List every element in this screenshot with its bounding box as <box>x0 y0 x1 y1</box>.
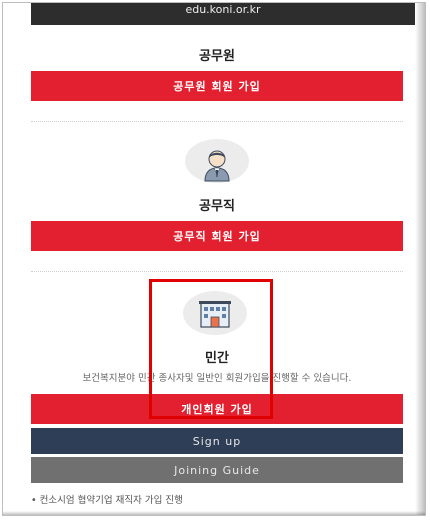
section-title-public-servant: 공무직 <box>199 199 235 214</box>
joining-guide-button[interactable]: Joining Guide <box>31 457 403 483</box>
section-title-private: 민간 <box>205 351 229 366</box>
sign-up-button[interactable]: Sign up <box>31 428 403 454</box>
url-text: edu.koni.or.kr <box>185 3 261 16</box>
frame-shadow <box>3 511 425 515</box>
consortium-note: • 컨소시엄 협약기업 재직자 가입 진행 <box>31 495 183 506</box>
private-description: 보건복지분야 민간 종사자및 일반인 회원가입을 진행할 수 있습니다. <box>82 373 352 384</box>
official-signup-button[interactable]: 공무원 회원 가입 <box>31 71 403 101</box>
person-icon <box>204 150 230 182</box>
section-title-official: 공무원 <box>199 49 235 64</box>
divider <box>31 271 403 272</box>
building-icon <box>199 301 231 328</box>
public-servant-signup-button[interactable]: 공무직 회원 가입 <box>31 221 403 251</box>
building-icon-circle <box>183 291 247 335</box>
individual-signup-button[interactable]: 개인회원 가입 <box>31 394 403 424</box>
page-frame: edu.koni.or.kr 공무원 공무원 회원 가입 공무직 공무직 회원 … <box>2 2 426 516</box>
frame-shadow <box>415 3 425 515</box>
browser-url-bar[interactable]: edu.koni.or.kr <box>31 3 415 25</box>
divider <box>31 121 403 122</box>
person-icon-circle <box>185 139 249 183</box>
